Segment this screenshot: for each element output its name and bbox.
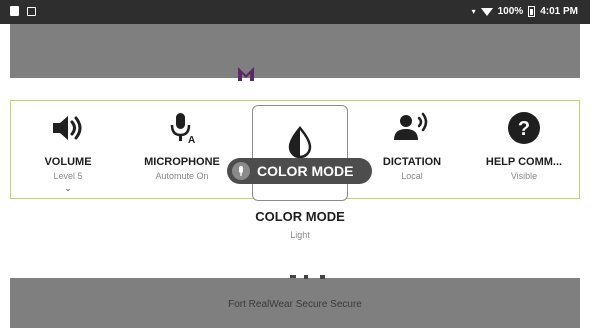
voice-command-text: COLOR MODE — [257, 163, 354, 179]
microphone-icon: A — [125, 111, 239, 145]
status-right: ▾ 100% 4:01 PM — [472, 6, 578, 17]
microphone-icon — [232, 162, 250, 180]
dictation-title: DICTATION — [382, 156, 442, 168]
speaker-icon — [11, 111, 125, 145]
speaking-person-icon — [355, 111, 469, 145]
partial-icons-row — [290, 275, 325, 279]
dimmed-background — [10, 24, 580, 78]
battery-icon — [528, 6, 536, 17]
microphone-value: Automute On — [155, 171, 209, 181]
volume-title: VOLUME — [44, 156, 92, 168]
selected-setting-value: Light — [290, 230, 310, 240]
data-arrows-icon: ▾ — [471, 7, 476, 16]
background-footer-text: Fort RealWear Secure Secure — [228, 299, 362, 310]
help-commands-title: HELP COMM... — [485, 156, 563, 168]
help-commands-value: Visible — [510, 171, 538, 181]
volume-item[interactable]: VOLUME Level 5 ⌄ — [11, 101, 125, 200]
dictation-value: Local — [401, 171, 423, 181]
volume-value: Level 5 — [53, 171, 83, 181]
battery-percent: 100% — [497, 6, 524, 17]
photo-icon — [27, 6, 36, 16]
help-commands-item[interactable]: ? HELP COMM... Visible — [467, 101, 581, 200]
microphone-item[interactable]: A MICROPHONE Automute On — [125, 101, 239, 200]
dictation-item[interactable]: DICTATION Local — [355, 101, 469, 200]
wifi-icon — [480, 7, 493, 16]
selected-setting-title: COLOR MODE — [255, 209, 345, 224]
svg-text:A: A — [188, 135, 195, 145]
background-logo — [237, 66, 271, 87]
svg-text:?: ? — [518, 118, 530, 140]
voice-command-tooltip: COLOR MODE — [227, 158, 372, 184]
status-left-icons — [10, 6, 36, 16]
sd-card-icon — [10, 6, 19, 16]
color-mode-item[interactable] — [252, 105, 348, 201]
help-icon: ? — [467, 111, 581, 145]
status-bar: ▾ 100% 4:01 PM — [0, 0, 590, 24]
contrast-drop-icon — [253, 126, 347, 158]
realwear-logo-icon — [238, 67, 254, 81]
microphone-title: MICROPHONE — [144, 156, 220, 168]
clock: 4:01 PM — [540, 6, 578, 17]
chevron-down-icon[interactable]: ⌄ — [11, 183, 125, 194]
